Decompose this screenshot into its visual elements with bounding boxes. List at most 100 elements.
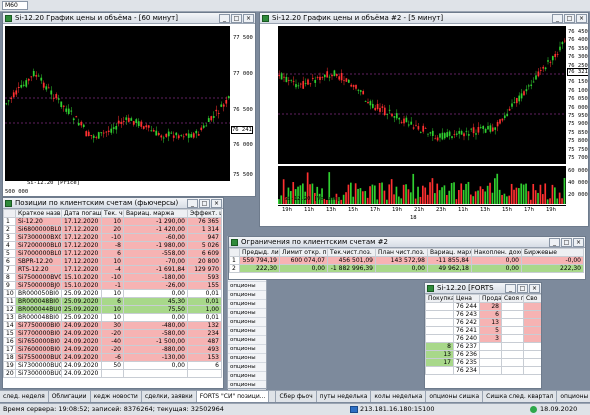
- table-row[interactable]: 11 BR000048BI0 25.09.2020 6 45,30 0,01: [3, 297, 222, 306]
- side-menu-item[interactable]: опционы: [228, 309, 266, 318]
- maximize-button[interactable]: □: [199, 199, 210, 208]
- table-row[interactable]: 10 BR000050BI0 25.09.2020 10 0,00 0,01: [3, 289, 222, 298]
- maximize-button[interactable]: □: [561, 238, 572, 247]
- side-menu-item[interactable]: опционы: [228, 372, 266, 381]
- table-row[interactable]: 18 Si7550000BU0 24.09.2020 -6 -130,00 153: [3, 353, 222, 362]
- table-row[interactable]: 2 Si6800000BL0 17.12.2020 20 -1 420,00 1 314: [3, 225, 222, 234]
- table-row[interactable]: 15 Si7700000BI0 24.09.2020 -20 -580,00 234: [3, 329, 222, 338]
- ask-cell: [479, 366, 502, 375]
- minimize-button[interactable]: _: [219, 14, 230, 23]
- chart2-titlebar[interactable]: Si-12.20 График цены и объёма #2 - [5 ми…: [260, 13, 588, 24]
- side-menu-item[interactable]: опционы: [228, 336, 266, 345]
- candle-body: [417, 126, 420, 130]
- interval-selector[interactable]: M60: [2, 1, 28, 10]
- workspace-tab[interactable]: опционы сишка: [426, 391, 484, 402]
- table-row[interactable]: 12 BR000044BU0 25.09.2020 10 75,50 1,00: [3, 305, 222, 314]
- side-menu-item[interactable]: опционы: [228, 345, 266, 354]
- minimize-button[interactable]: _: [187, 199, 198, 208]
- minimize-button[interactable]: _: [552, 14, 563, 23]
- table-row[interactable]: 9 Si7500000BJ0 15.10.2020 -1 -26,00 155: [3, 281, 222, 290]
- table-header-row: Предыд. лимитЛимит откр. поз.Тек.чист.по…: [229, 248, 584, 257]
- table-row[interactable]: 76 243 6: [425, 310, 541, 319]
- workspace-tab[interactable]: сделки, заявки: [142, 391, 197, 402]
- workspace-tab[interactable]: [269, 391, 277, 402]
- volume-bar: [446, 195, 448, 204]
- side-menu-item[interactable]: опционы: [228, 291, 266, 300]
- table-cell: 10: [101, 313, 124, 322]
- table-row[interactable]: 1 559 794,19 600 074,07 456 501,09 143 572,9…: [229, 256, 584, 265]
- workspace-tab[interactable]: путы неделька: [317, 391, 372, 402]
- candle-body: [304, 83, 307, 84]
- workspace-tab[interactable]: Сишка след. квартал: [483, 391, 558, 402]
- maximize-button[interactable]: □: [517, 284, 528, 293]
- side-menu-item[interactable]: опционы: [228, 354, 266, 363]
- candle-body: [195, 130, 198, 134]
- chart2-plot[interactable]: [278, 26, 566, 164]
- scale-label: 76 050: [568, 96, 588, 103]
- table-row[interactable]: 14 Si7750000BI0 24.09.2020 30 -480,00 132: [3, 321, 222, 330]
- table-cell: -20: [101, 329, 124, 338]
- side-menu-item[interactable]: опционы: [228, 300, 266, 309]
- table-row[interactable]: 19 Si7300000BU0 24.09.2020 50 0,00 6: [3, 361, 222, 370]
- side-menu-item[interactable]: опционы: [228, 381, 266, 390]
- table-cell: 132: [187, 321, 222, 330]
- side-menu-item[interactable]: опционы: [228, 282, 266, 291]
- chart1-titlebar[interactable]: Si-12.20 График цены и объёма - [60 мину…: [3, 13, 255, 24]
- workspace-tab[interactable]: Облигации: [49, 391, 91, 402]
- candle-body: [439, 133, 441, 138]
- orderbook-titlebar[interactable]: Si-12.20 [FORTS _ □ ×: [425, 283, 541, 294]
- table-row[interactable]: 76 242 13: [425, 318, 541, 327]
- table-row[interactable]: 76 240 3: [425, 334, 541, 343]
- table-row[interactable]: 3 Si7300000BX0 17.12.2020 -10 -60,00 947: [3, 233, 222, 242]
- chart1-plot[interactable]: [5, 26, 230, 181]
- maximize-button[interactable]: □: [564, 14, 575, 23]
- table-row[interactable]: 17 76 235: [425, 358, 541, 367]
- volume-bar: [450, 183, 453, 204]
- minimize-button[interactable]: _: [505, 284, 516, 293]
- table-row[interactable]: 1 Si-12.20 17.12.2020 10 -1 290,00 76 365: [3, 217, 222, 226]
- table-cell: 1: [229, 256, 240, 265]
- volume-bar: [388, 184, 391, 204]
- close-button[interactable]: ×: [573, 238, 584, 247]
- table-row[interactable]: 8 Si7500000BV0 15.10.2020 -10 -180,00 593: [3, 273, 222, 282]
- positions-title: Позиции по клиентским счетам (фьючерсы): [15, 199, 179, 207]
- table-row[interactable]: 20 Si7300000BU0 24.09.2020: [3, 369, 222, 378]
- table-row[interactable]: 13 BR000048BI0 25.09.2020 10 0,00 0,01: [3, 313, 222, 322]
- table-row[interactable]: 76 244 28: [425, 302, 541, 311]
- workspace-tab[interactable]: колы неделька: [371, 391, 427, 402]
- table-row[interactable]: 17 Si7600000BI0 24.09.2020 -20 -880,00 493: [3, 345, 222, 354]
- candle-body: [551, 55, 554, 61]
- table-row[interactable]: 13 76 236: [425, 350, 541, 359]
- close-button[interactable]: ×: [211, 199, 222, 208]
- side-menu-item[interactable]: опционы: [228, 363, 266, 372]
- workspace-tab[interactable]: опционы золото: [557, 391, 590, 402]
- workspace-tab[interactable]: кедж новости: [91, 391, 142, 402]
- workspace-tab[interactable]: Сбер фьоч: [276, 391, 317, 402]
- own-cell: [501, 326, 524, 335]
- close-button[interactable]: ×: [243, 14, 254, 23]
- close-button[interactable]: ×: [576, 14, 587, 23]
- table-row[interactable]: 76 241 5: [425, 326, 541, 335]
- limits-titlebar[interactable]: Ограничения по клиентским счетам #2 _ □ ×: [229, 237, 585, 248]
- side-menu-item[interactable]: опционы: [228, 327, 266, 336]
- workspace-tab[interactable]: след. неделя: [0, 391, 49, 402]
- candle-body: [185, 133, 188, 136]
- table-row[interactable]: 16 Si7650000BI0 24.09.2020 -40 -1 500,00 487: [3, 337, 222, 346]
- close-button[interactable]: ×: [529, 284, 540, 293]
- positions-titlebar[interactable]: Позиции по клиентским счетам (фьючерсы) …: [3, 198, 223, 209]
- table-row[interactable]: 6 SBPR-12.20 17.12.2020 10 -70,00 20 800: [3, 257, 222, 266]
- minimize-button[interactable]: _: [549, 238, 560, 247]
- table-row[interactable]: 5 Si7000000BL0 17.12.2020 6 -558,00 6 609: [3, 249, 222, 258]
- table-row[interactable]: 2 222,30 0,00 -1 882 996,39 0,00 49 962,18 0,0…: [229, 264, 584, 273]
- maximize-button[interactable]: □: [231, 14, 242, 23]
- table-row[interactable]: 4 Si7200000BL0 17.12.2020 -8 -1 980,00 5 026: [3, 241, 222, 250]
- candle-body: [477, 127, 480, 133]
- table-row[interactable]: 76 234: [425, 366, 541, 375]
- volume-bar: [561, 198, 563, 204]
- bid-cell: [425, 326, 454, 335]
- workspace-tab[interactable]: FORTS "СИ" позици...: [196, 391, 270, 402]
- table-row[interactable]: 8 76 237: [425, 342, 541, 351]
- table-row[interactable]: 7 RTS-12.20 17.12.2020 -4 -1 691,84 129 970: [3, 265, 222, 274]
- side-menu-item[interactable]: опционы: [228, 318, 266, 327]
- candle-body: [147, 125, 150, 128]
